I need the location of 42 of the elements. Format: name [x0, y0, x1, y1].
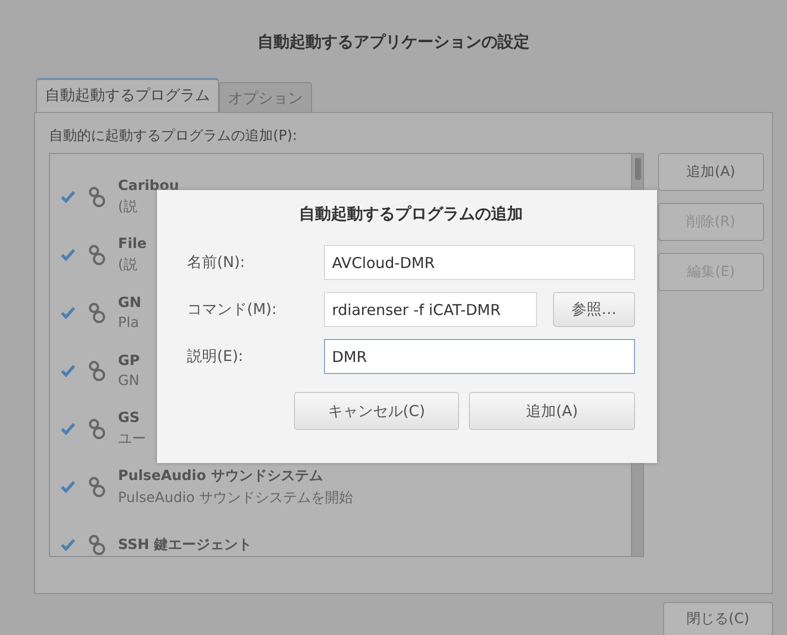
field-label: コマンド(M):: [187, 300, 278, 319]
close-button[interactable]: 閉じる(C): [663, 602, 773, 635]
program-name: PulseAudio サウンドシステム: [118, 467, 324, 485]
field-label: 名前(N):: [187, 253, 246, 272]
program-description: (説: [118, 198, 138, 216]
field-label: 説明(E):: [187, 347, 244, 366]
checkbox[interactable]: [60, 421, 76, 437]
gears-icon: [86, 243, 108, 267]
dialog-button[interactable]: 追加(A): [469, 392, 635, 430]
program-name: File: [118, 236, 147, 252]
checkbox[interactable]: [60, 363, 76, 379]
program-description: ユー: [118, 430, 146, 448]
side-button[interactable]: 追加(A): [658, 153, 764, 191]
program-description: (説: [118, 256, 138, 274]
program-name: GN: [118, 295, 142, 311]
input-field[interactable]: AVCloud-DMR: [324, 245, 635, 280]
browse-button[interactable]: 参照…: [553, 292, 635, 327]
input-field[interactable]: DMR: [324, 339, 635, 374]
program-name: GS: [118, 410, 141, 426]
program-name: SSH 鍵エージェント: [118, 536, 252, 554]
checkbox[interactable]: [60, 537, 76, 553]
program-description: GN: [118, 373, 140, 389]
gears-icon: [86, 185, 108, 209]
checkbox[interactable]: [60, 479, 76, 495]
checkbox[interactable]: [60, 189, 76, 205]
tab[interactable]: 自動起動するプログラム: [36, 78, 219, 112]
dialog-button[interactable]: キャンセル(C): [294, 392, 459, 430]
gears-icon: [86, 475, 108, 499]
window-title: 自動起動するアプリケーションの設定: [258, 32, 530, 53]
program-description: PulseAudio サウンドシステムを開始: [118, 489, 354, 507]
gears-icon: [86, 417, 108, 441]
gears-icon: [86, 301, 108, 325]
program-name: GP: [118, 353, 140, 369]
program-description: Pla: [118, 315, 140, 331]
gears-icon: [86, 533, 108, 556]
gears-icon: [86, 359, 108, 383]
checkbox[interactable]: [60, 247, 76, 263]
checkbox[interactable]: [60, 305, 76, 321]
input-field[interactable]: rdiarenser -f iCAT-DMR: [324, 292, 537, 327]
program-name: Caribou: [118, 178, 180, 194]
list-label: 自動的に起動するプログラムの追加(P):: [49, 127, 298, 145]
dialog-title: 自動起動するプログラムの追加: [299, 204, 523, 225]
